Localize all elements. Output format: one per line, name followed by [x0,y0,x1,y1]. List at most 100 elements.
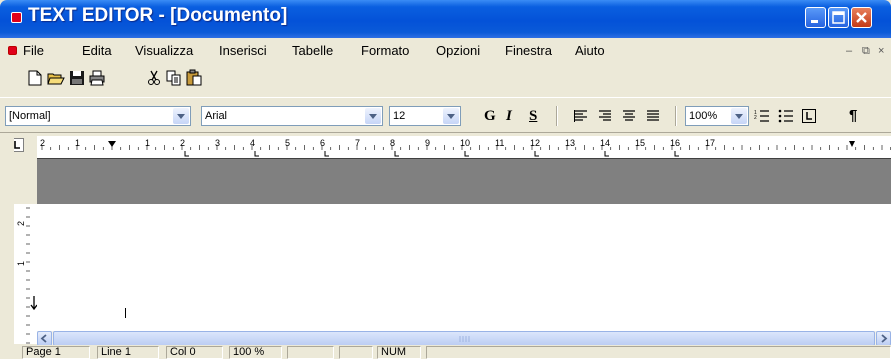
numbered-list-icon[interactable]: 12 [754,109,770,123]
first-line-indent-marker[interactable] [108,141,116,147]
menu-bar: File Edita Visualizza Inserisci Tabelle … [0,38,891,63]
status-col: Col 0 [166,346,223,359]
ruler-number: 12 [530,138,540,148]
ruler-number: 4 [250,138,255,148]
chevron-down-icon[interactable] [443,108,459,124]
menu-tabelle[interactable]: Tabelle [292,43,333,58]
ruler-number: 2 [180,138,185,148]
font-value: Arial [205,110,228,122]
tab-stop-marker[interactable] [674,151,679,157]
ruler-number: 5 [285,138,290,148]
tab-stop-marker[interactable] [394,151,399,157]
save-icon[interactable] [68,69,86,87]
size-combo[interactable]: 12 [389,106,461,126]
vertical-ruler-ticks: 21 [16,207,38,344]
right-indent-marker[interactable] [849,141,855,147]
menu-finestra[interactable]: Finestra [505,43,552,58]
horizontal-ruler[interactable]: 2 1 1 2 3 4 5 6 7 8 9 10 11 12 13 14 15 16 17 [37,136,891,158]
tab-stop-marker[interactable] [464,151,469,157]
chevron-down-icon[interactable] [731,108,747,124]
ruler-number: 9 [425,138,430,148]
status-page: Page 1 [22,346,90,359]
underline-button[interactable]: S [529,108,537,125]
ruler-ticks: 2 1 1 2 3 4 5 6 7 8 9 10 11 12 13 14 15 16 17 [40,138,891,157]
chevron-left-icon [40,334,47,343]
svg-text:2: 2 [754,115,757,121]
document-icon[interactable] [8,46,17,55]
tab-stop-marker[interactable] [534,151,539,157]
app-icon[interactable] [11,12,22,23]
ruler-number: 8 [390,138,395,148]
ruler-number: 1 [75,138,80,148]
toolbar-separator [675,106,677,126]
menu-inserisci[interactable]: Inserisci [219,43,267,58]
menu-file[interactable]: File [23,43,44,58]
scroll-thumb[interactable] [53,331,875,346]
zoom-combo[interactable]: 100% [685,106,749,126]
scroll-right-button[interactable] [876,331,891,346]
ruler-number: 3 [215,138,220,148]
align-left-icon[interactable] [574,110,588,122]
cut-icon[interactable] [145,69,163,87]
close-button[interactable] [851,7,872,28]
tab-stop-marker[interactable] [324,151,329,157]
show-formatting-button[interactable]: ¶ [849,107,857,124]
ruler-number: 13 [565,138,575,148]
toolbar-separator [556,106,558,126]
style-combo[interactable]: [Normal] [5,106,191,126]
ruler-number: 7 [355,138,360,148]
doc-restore-icon[interactable]: ⧉ [862,45,870,58]
vertical-ruler[interactable]: 21 [14,204,38,344]
minimize-icon [811,20,818,23]
tab-stop-marker[interactable] [184,151,189,157]
new-document-icon[interactable] [26,69,44,87]
bullet-list-icon[interactable] [778,109,794,123]
ruler-number: 16 [670,138,680,148]
ruler-number: 14 [600,138,610,148]
print-icon[interactable] [88,69,106,87]
standard-toolbar [0,63,891,96]
align-center-icon[interactable] [622,110,636,122]
tab-stop-marker[interactable] [604,151,609,157]
close-icon [856,12,867,23]
ruler-number: 15 [635,138,645,148]
title-bar[interactable]: TEXT EDITOR - [Documento] [0,0,891,38]
menu-opzioni[interactable]: Opzioni [436,43,480,58]
tab-stop-marker[interactable] [254,151,259,157]
left-margin-strip [0,136,14,346]
maximize-button[interactable] [828,7,849,28]
align-right-icon[interactable] [598,110,612,122]
document-page[interactable] [37,204,891,344]
menu-formato[interactable]: Formato [361,43,409,58]
chevron-down-icon[interactable] [365,108,381,124]
italic-button[interactable]: I [506,108,512,125]
bold-button[interactable]: G [484,108,496,125]
style-value: [Normal] [9,110,51,122]
ruler-number: 6 [320,138,325,148]
status-panel-empty [287,346,334,359]
open-folder-icon[interactable] [47,69,65,87]
copy-icon[interactable] [165,69,183,87]
doc-minimize-icon[interactable]: – [846,45,852,57]
left-indent-marker[interactable] [106,149,118,157]
chevron-down-icon[interactable] [173,108,189,124]
ruler-number: 1 [145,138,150,148]
minimize-button[interactable] [805,7,826,28]
grip-icon [459,336,470,342]
scroll-left-button[interactable] [37,331,52,346]
menu-edita[interactable]: Edita [82,43,112,58]
page-background [37,158,891,204]
font-combo[interactable]: Arial [201,106,383,126]
horizontal-scrollbar[interactable] [37,331,891,346]
menu-aiuto[interactable]: Aiuto [575,43,605,58]
ruler-number: 2 [40,138,45,148]
align-justify-icon[interactable] [646,110,660,122]
tab-stop-icon[interactable] [802,109,816,123]
doc-close-icon[interactable]: × [878,45,884,57]
chevron-right-icon [881,334,888,343]
paste-icon[interactable] [185,69,203,87]
vertical-ruler-number: 2 [16,221,26,226]
menu-visualizza[interactable]: Visualizza [135,43,193,58]
maximize-icon [832,11,845,24]
status-panel-empty [426,346,891,359]
